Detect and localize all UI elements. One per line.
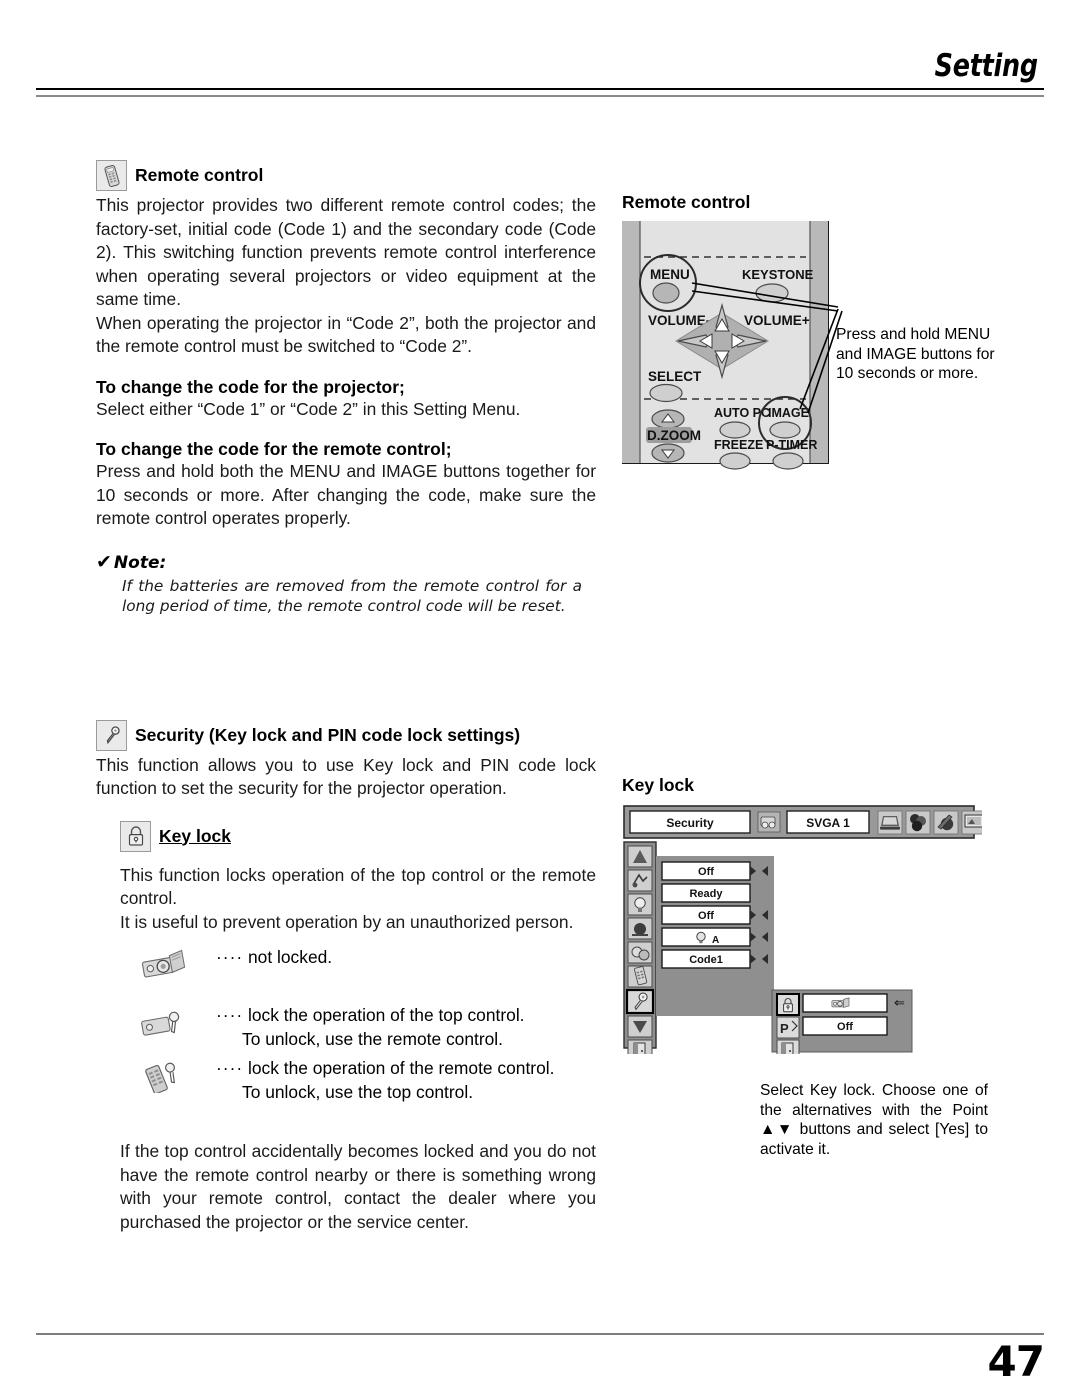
keylock-body-2: It is useful to prevent operation by an …: [120, 911, 574, 932]
remote-control-heading-label: Remote control: [135, 165, 264, 185]
list-item: ···· lock the operation of the top contr…: [120, 1004, 596, 1051]
remote-control-icon: [96, 160, 127, 191]
option-sublabel: To unlock, use the top control.: [242, 1081, 474, 1102]
svg-text:SELECT: SELECT: [648, 369, 702, 384]
keylock-closing-paragraph: If the top control accidentally becomes …: [120, 1141, 596, 1232]
svg-text:FREEZE: FREEZE: [714, 438, 763, 452]
keylock-heading-label: Key lock: [159, 825, 231, 846]
keylock-figure-caption: Select Key lock. Choose one of the alter…: [760, 1082, 988, 1158]
remote-control-section-heading: Remote control: [96, 160, 596, 191]
leader-dots: ····: [216, 1058, 244, 1078]
svg-text:⇐: ⇐: [894, 996, 905, 1011]
check-icon: ✔: [96, 550, 112, 573]
header-rule: [36, 88, 1044, 97]
svg-text:A: A: [712, 935, 719, 946]
list-item-text: ···· lock the operation of the remote co…: [216, 1057, 554, 1104]
option-label: lock the operation of the remote control…: [248, 1058, 555, 1078]
remote-control-paragraph-2: When operating the projector in “Code 2”…: [96, 312, 596, 357]
svg-text:D.ZOOM: D.ZOOM: [647, 428, 701, 443]
manual-page: Setting Remote control This projector pr…: [0, 0, 1080, 1397]
option-sublabel: To unlock, use the remote control.: [242, 1028, 503, 1049]
keylock-osd-figure: Security SVGA 1 Off Ready Off A Code1 ⇐ …: [622, 804, 992, 1062]
remote-control-paragraph-1: This projector provides two different re…: [96, 195, 596, 309]
leader-dots: ····: [216, 947, 244, 967]
security-section-heading: Security (Key lock and PIN code lock set…: [96, 719, 596, 751]
option-label: not locked.: [248, 947, 333, 967]
option-label: lock the operation of the top control.: [248, 1005, 525, 1025]
keylock-figure-heading: Key lock: [622, 775, 694, 795]
list-item-text: ···· not locked.: [216, 946, 332, 970]
note-body: If the batteries are removed from the re…: [122, 576, 582, 615]
projector-locked-icon: [120, 1004, 216, 1040]
svg-text:Code1: Code1: [689, 954, 723, 966]
right-column: Remote control MENU KEYSTONE VOLUME- VOL…: [621, 160, 1022, 1159]
svg-text:SVGA 1: SVGA 1: [806, 816, 850, 830]
svg-text:Off: Off: [837, 1021, 853, 1033]
security-body: This function allows you to use Key lock…: [96, 754, 596, 799]
footer-rule: [36, 1333, 1044, 1335]
remote-code-subhead: To change the code for the remote contro…: [96, 439, 452, 459]
svg-text:IMAGE: IMAGE: [768, 406, 809, 420]
svg-text:Off: Off: [698, 910, 714, 922]
remote-callout-text: Press and hold MENU and IMAGE buttons fo…: [836, 326, 995, 382]
svg-text:P-TIMER: P-TIMER: [766, 438, 817, 452]
key-icon: [96, 719, 127, 751]
projector-remote-unlocked-icon: [120, 946, 216, 982]
remote-control-figure: MENU KEYSTONE VOLUME- VOLUME+ SELECT AUT…: [621, 220, 1022, 481]
keylock-body-1: This function locks operation of the top…: [120, 864, 596, 909]
svg-text:VOLUME+: VOLUME+: [744, 313, 810, 328]
remote-code-body: Press and hold both the MENU and IMAGE b…: [96, 461, 596, 528]
page-title: Setting: [934, 48, 1038, 84]
svg-text:KEYSTONE: KEYSTONE: [742, 267, 814, 282]
list-item-text: ···· lock the operation of the top contr…: [216, 1004, 525, 1051]
remote-locked-icon: [120, 1057, 216, 1093]
projector-code-subhead: To change the code for the projector;: [96, 376, 405, 397]
svg-text:P: P: [780, 1021, 789, 1036]
padlock-icon: [120, 820, 151, 852]
svg-text:Off: Off: [698, 866, 714, 878]
projector-code-body: Select either “Code 1” or “Code 2” in th…: [96, 398, 521, 419]
security-heading-label: Security (Key lock and PIN code lock set…: [135, 724, 521, 745]
svg-text:MENU: MENU: [650, 267, 690, 282]
list-item: ···· lock the operation of the remote co…: [120, 1057, 596, 1104]
remote-figure-heading: Remote control: [622, 192, 751, 212]
page-number: 47: [987, 1337, 1045, 1386]
note-heading: ✔ Note:: [96, 551, 596, 573]
svg-text:Security: Security: [666, 816, 714, 830]
svg-text:Ready: Ready: [689, 888, 723, 900]
list-item: ···· not locked.: [120, 946, 596, 982]
note-label: Note:: [113, 552, 167, 573]
left-column: Remote control This projector provides t…: [96, 160, 596, 1234]
leader-dots: ····: [216, 1005, 244, 1025]
keylock-section-heading: Key lock: [120, 820, 596, 852]
